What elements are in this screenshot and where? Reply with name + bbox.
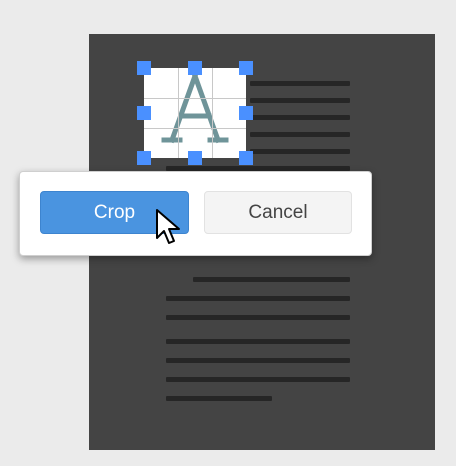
- arrow-cursor-icon: [156, 209, 180, 244]
- crop-handle-bottom-left[interactable]: [137, 151, 151, 165]
- text-line: [250, 81, 350, 86]
- crop-dialog: Crop Cancel: [19, 171, 372, 256]
- text-line: [250, 132, 350, 137]
- crop-handle-left[interactable]: [137, 106, 151, 120]
- crop-grid-line: [144, 128, 246, 129]
- text-line: [193, 277, 350, 282]
- text-line: [250, 98, 350, 103]
- crop-handle-top[interactable]: [188, 61, 202, 75]
- stage: A Crop Cancel: [0, 0, 456, 466]
- crop-grid-line: [144, 98, 246, 99]
- selected-image[interactable]: A: [144, 68, 246, 158]
- text-line: [166, 377, 350, 382]
- crop-handle-right[interactable]: [239, 106, 253, 120]
- text-line: [166, 396, 272, 401]
- text-line: [166, 315, 350, 320]
- text-line: [250, 115, 350, 120]
- crop-grid-line: [178, 68, 179, 158]
- text-line: [166, 358, 350, 363]
- crop-grid-line: [212, 68, 213, 158]
- crop-handle-top-left[interactable]: [137, 61, 151, 75]
- letter-a-graphic: A: [161, 72, 229, 144]
- text-line: [166, 296, 350, 301]
- cancel-button[interactable]: Cancel: [204, 191, 352, 234]
- crop-handle-bottom-right[interactable]: [239, 151, 253, 165]
- crop-handle-bottom[interactable]: [188, 151, 202, 165]
- text-line: [166, 339, 350, 344]
- crop-handle-top-right[interactable]: [239, 61, 253, 75]
- text-line: [250, 149, 350, 154]
